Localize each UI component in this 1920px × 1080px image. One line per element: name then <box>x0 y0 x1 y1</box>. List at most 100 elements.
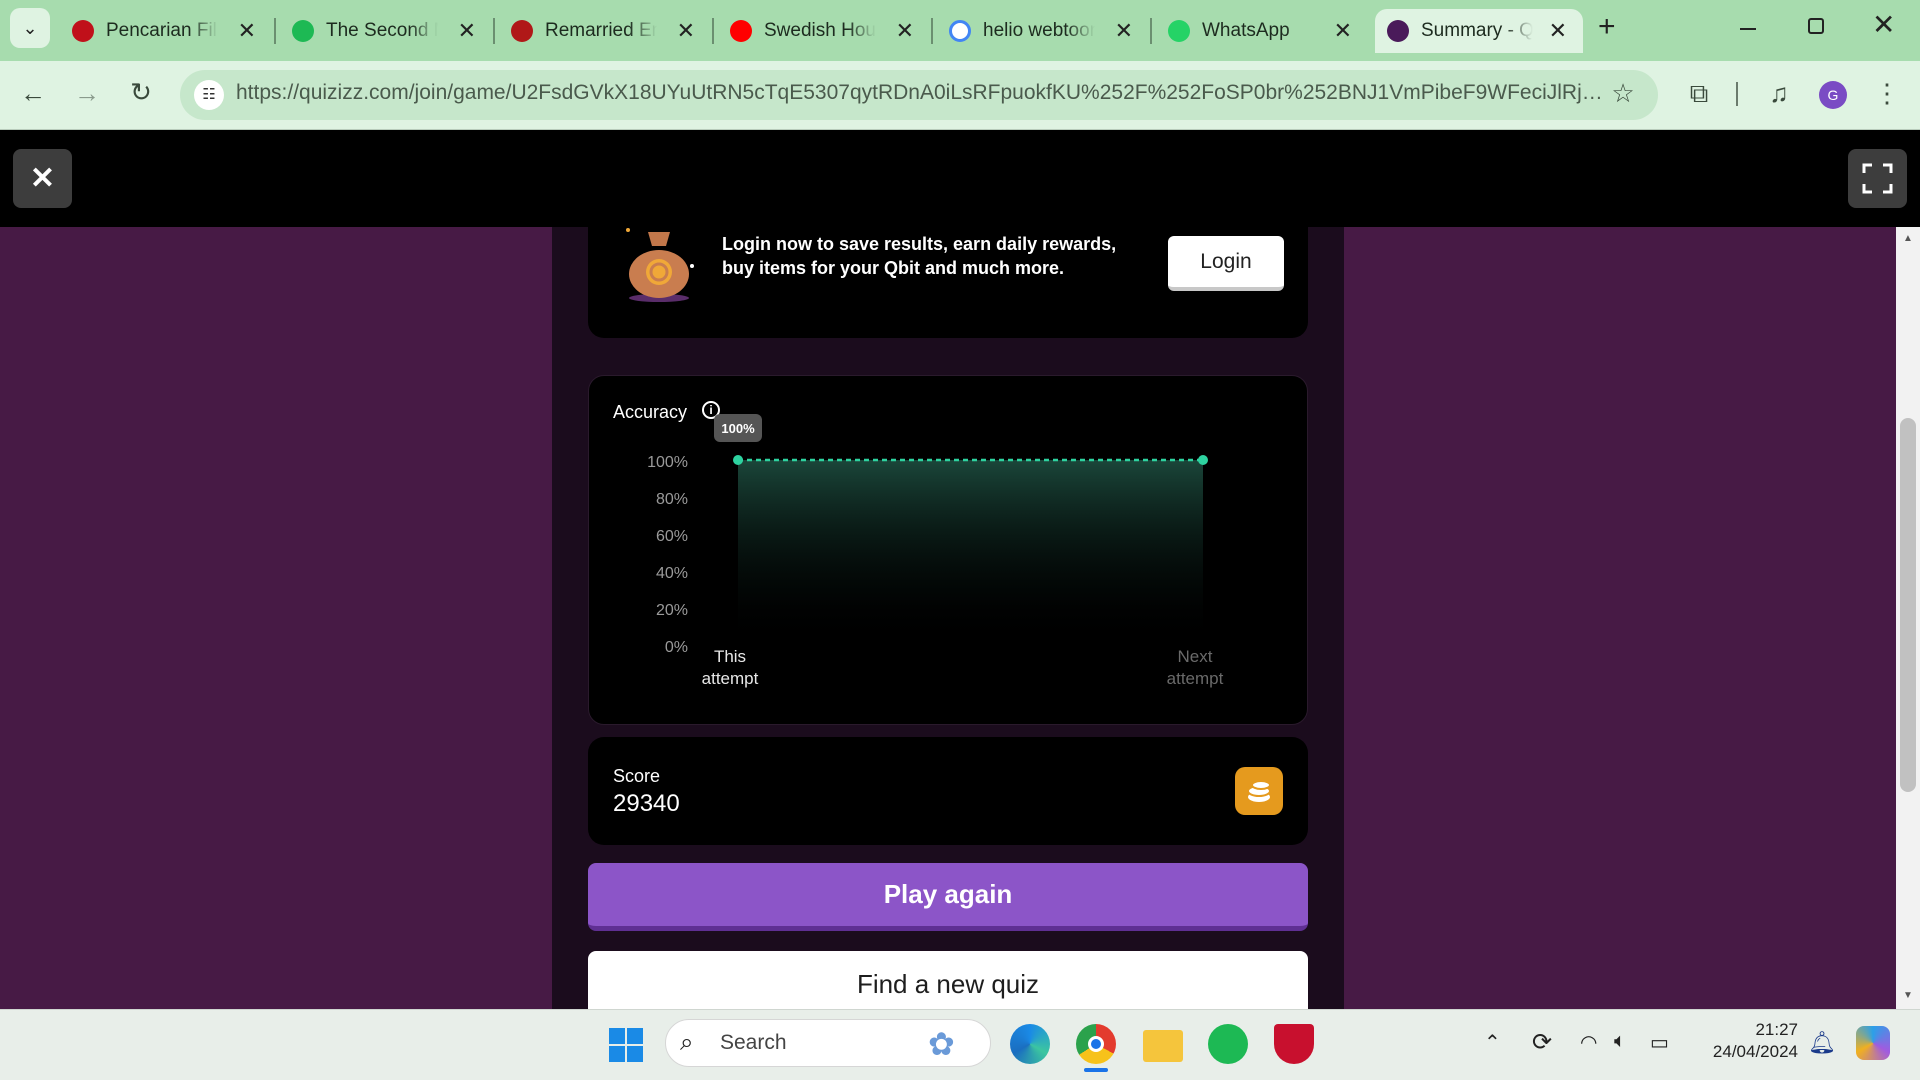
tab-close-icon[interactable]: ✕ <box>238 18 256 44</box>
copilot-icon[interactable] <box>1856 1026 1890 1060</box>
whatsapp-icon <box>1168 20 1190 42</box>
tab-close-icon[interactable]: ✕ <box>1549 18 1567 44</box>
y-tick-label: 40% <box>656 565 688 582</box>
tab-close-icon[interactable]: ✕ <box>1334 18 1352 44</box>
arrow-left-icon: ← <box>20 78 46 108</box>
tab-6[interactable]: WhatsApp ✕ <box>1156 9 1368 53</box>
mcafee-taskbar-icon[interactable] <box>1274 1024 1314 1064</box>
wifi-icon[interactable]: ◠ <box>1580 1030 1597 1055</box>
x-category-label: Next attempt <box>1167 647 1224 688</box>
quiz-top-bar <box>0 130 1920 227</box>
play-again-button[interactable]: Play again <box>588 863 1308 931</box>
reload-button[interactable]: ↻ <box>124 77 158 108</box>
login-button[interactable]: Login <box>1168 236 1284 291</box>
leaf-icon <box>292 20 314 42</box>
tab-separator <box>274 18 276 44</box>
battery-icon[interactable]: ▭ <box>1650 1030 1669 1055</box>
tab-1[interactable]: Pencarian Film ✕ <box>60 9 272 53</box>
system-clock[interactable]: 21:27 24/04/2024 <box>1700 1019 1798 1063</box>
coins-icon <box>1235 767 1283 815</box>
tab-search-button[interactable]: ⌄ <box>10 8 50 48</box>
tab-close-icon[interactable]: ✕ <box>896 18 914 44</box>
search-highlight-icon: ✿ <box>928 1026 955 1062</box>
scrollbar-thumb[interactable] <box>1900 418 1916 792</box>
music-queue-icon: ♫ <box>1769 78 1789 108</box>
site-icon <box>72 20 94 42</box>
score-value: 29340 <box>613 790 680 817</box>
profile-avatar[interactable]: G <box>1819 81 1847 109</box>
score-card <box>588 737 1308 845</box>
url-text[interactable]: https://quizizz.com/join/game/U2FsdGVkX1… <box>236 81 1604 105</box>
plus-icon: + <box>1598 10 1616 43</box>
windows-logo-icon <box>609 1028 643 1062</box>
tab-4[interactable]: Swedish House ✕ <box>718 9 930 53</box>
active-app-indicator <box>1084 1068 1108 1072</box>
file-explorer-taskbar-icon[interactable] <box>1143 1030 1183 1062</box>
show-hidden-icons-button[interactable]: ⌃ <box>1484 1030 1501 1055</box>
menu-button[interactable]: ⋮ <box>1874 78 1900 109</box>
puzzle-icon: ⧉ <box>1689 78 1709 108</box>
tab-close-icon[interactable]: ✕ <box>458 18 476 44</box>
search-icon: ⌕ <box>680 1029 694 1056</box>
data-point[interactable] <box>733 455 743 465</box>
spotify-taskbar-icon[interactable] <box>1208 1024 1248 1064</box>
tab-3[interactable]: Remarried Empress ✕ <box>499 9 711 53</box>
tab-title: WhatsApp <box>1202 20 1290 41</box>
y-tick-label: 60% <box>656 528 688 545</box>
restore-button[interactable] <box>1808 18 1824 34</box>
y-tick-label: 0% <box>665 639 688 656</box>
data-point[interactable] <box>1198 455 1208 465</box>
volume-icon[interactable]: 🔈︎ <box>1614 1030 1626 1053</box>
reload-icon: ↻ <box>130 77 152 107</box>
y-tick-label: 20% <box>656 602 688 619</box>
forward-button[interactable]: → <box>70 78 104 109</box>
scroll-up-arrow[interactable]: ▲ <box>1896 233 1920 244</box>
new-tab-button[interactable]: + <box>1598 10 1616 44</box>
media-control-button[interactable]: ♫ <box>1762 78 1796 109</box>
arrow-right-icon: → <box>74 78 100 108</box>
tab-title: Remarried Empress <box>545 20 657 41</box>
y-tick-label: 80% <box>656 491 688 508</box>
star-icon: ☆ <box>1611 78 1635 108</box>
tab-2[interactable]: The Second Marriage ✕ <box>280 9 492 53</box>
tab-7[interactable]: Summary - Quizizz ✕ <box>1375 9 1583 53</box>
youtube-icon <box>730 20 752 42</box>
extensions-button[interactable]: ⧉ <box>1684 78 1714 110</box>
tab-title: Summary - Quizizz <box>1421 20 1533 41</box>
tab-close-icon[interactable]: ✕ <box>1115 18 1133 44</box>
tab-close-icon[interactable]: ✕ <box>677 18 695 44</box>
x-category-label: This attempt <box>702 647 759 688</box>
bookmark-star-button[interactable]: ☆ <box>1608 78 1638 109</box>
money-bag-icon <box>626 228 694 302</box>
tab-5[interactable]: helio webtoon ✕ <box>937 9 1149 53</box>
google-icon <box>949 20 971 42</box>
fullscreen-button[interactable] <box>1848 149 1907 208</box>
chrome-taskbar-icon[interactable] <box>1076 1024 1116 1064</box>
close-quiz-button[interactable]: ✕ <box>13 149 72 208</box>
fullscreen-icon <box>1862 163 1893 194</box>
back-button[interactable]: ← <box>16 78 50 109</box>
site-info-icon[interactable]: ☷ <box>194 80 224 110</box>
chevron-down-icon: ⌄ <box>22 18 38 38</box>
y-tick-label: 100% <box>647 454 688 471</box>
notification-bell-icon[interactable]: 🔔︎ <box>1808 1030 1836 1056</box>
toolbar-divider <box>1736 82 1738 106</box>
edge-taskbar-icon[interactable] <box>1010 1024 1050 1064</box>
tab-separator <box>712 18 714 44</box>
scroll-down-arrow[interactable]: ▼ <box>1896 990 1920 1001</box>
sync-status-icon[interactable]: ⟳ <box>1532 1028 1552 1057</box>
clock-time: 21:27 <box>1755 1020 1798 1039</box>
tooltip-label: 100% <box>721 421 755 436</box>
taskbar-search-placeholder[interactable]: Search <box>720 1031 787 1055</box>
close-icon: ✕ <box>1872 9 1896 40</box>
tab-title: Swedish House <box>764 20 876 41</box>
start-button[interactable] <box>608 1027 644 1063</box>
clock-date: 24/04/2024 <box>1712 1042 1798 1061</box>
minimize-button[interactable] <box>1740 14 1764 38</box>
tab-separator <box>931 18 933 44</box>
minimize-icon <box>1740 28 1756 30</box>
tab-separator <box>1150 18 1152 44</box>
quizizz-icon <box>1387 20 1409 42</box>
close-window-button[interactable]: ✕ <box>1872 8 1895 41</box>
close-icon: ✕ <box>29 162 56 195</box>
